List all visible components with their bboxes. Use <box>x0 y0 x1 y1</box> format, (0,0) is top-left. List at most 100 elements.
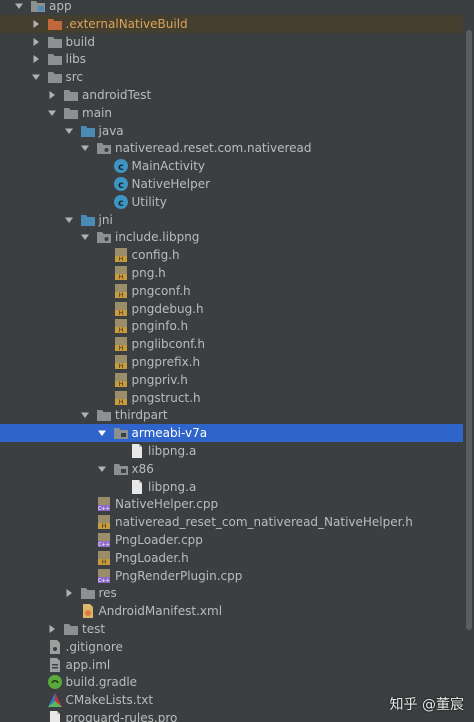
tree-row[interactable]: test <box>0 620 463 638</box>
header-file-icon: H <box>113 390 129 406</box>
expand-arrow-icon[interactable] <box>97 428 107 438</box>
svg-text:H: H <box>102 523 107 530</box>
collapse-arrow-icon[interactable] <box>47 624 57 634</box>
tree-row[interactable]: include.libpng <box>0 228 463 246</box>
tree-row[interactable]: Hpng.h <box>0 264 463 282</box>
module-folder-icon <box>30 0 46 14</box>
tree-row[interactable]: c Utility <box>0 193 463 211</box>
file-icon <box>47 710 63 722</box>
expand-arrow-icon[interactable] <box>14 1 24 11</box>
tree-row-label: thirdpart <box>115 408 168 423</box>
tree-row[interactable]: .gitignore <box>0 638 463 656</box>
collapse-arrow-icon[interactable] <box>31 54 41 64</box>
tree-row-label: pngpriv.h <box>131 372 188 387</box>
tree-row[interactable]: androidTest <box>0 86 463 104</box>
tree-row-label: test <box>82 622 106 636</box>
tree-row-label: PngRenderPlugin.cpp <box>115 568 243 583</box>
excluded-folder-icon <box>47 16 63 32</box>
tree-row[interactable]: thirdpart <box>0 406 463 424</box>
tree-row-label: libs <box>65 52 87 67</box>
tree-row[interactable]: src <box>0 68 463 86</box>
tree-row-label: pngdebug.h <box>131 301 204 316</box>
tree-row-label: NativeHelper <box>131 177 211 191</box>
tree-row-label: NativeHelper.cpp <box>115 497 219 512</box>
tree-row[interactable]: Hconfig.h <box>0 246 463 264</box>
tree-row[interactable]: libs <box>0 50 463 68</box>
header-file-icon: H <box>96 514 112 530</box>
tree-row[interactable]: C++ PngLoader.cpp <box>0 531 463 549</box>
tree-row-label: pnglibconf.h <box>131 337 205 352</box>
svg-text:H: H <box>102 559 107 566</box>
tree-row[interactable]: Hpngconf.h <box>0 282 463 300</box>
watermark: 知乎 @董宸 <box>389 697 464 713</box>
svg-text:C++: C++ <box>98 542 110 548</box>
tree-row[interactable]: main <box>0 104 463 122</box>
svg-text:C++: C++ <box>98 506 110 512</box>
folder-icon <box>96 407 112 423</box>
header-file-icon: H <box>113 372 129 388</box>
scrollbar-thumb[interactable] <box>466 30 472 630</box>
expand-arrow-icon[interactable] <box>64 126 74 136</box>
tree-row-label: .gitignore <box>65 639 123 654</box>
tree-row-label: x86 <box>131 461 154 476</box>
tree-row-label: config.h <box>131 248 180 263</box>
tree-row-label: PngLoader.cpp <box>115 533 203 547</box>
tree-row-label: PngLoader.h <box>115 550 189 565</box>
collapse-arrow-icon[interactable] <box>64 588 74 598</box>
folder-icon <box>47 34 63 50</box>
tree-row-label: proguard-rules.pro <box>65 711 178 722</box>
tree-row[interactable]: c MainActivity <box>0 157 463 175</box>
tree-row[interactable]: armeabi-v7a <box>0 424 463 443</box>
folder-icon <box>63 87 79 103</box>
expand-arrow-icon[interactable] <box>97 464 107 474</box>
cmake-file-icon <box>47 692 63 708</box>
tree-row[interactable]: app.iml <box>0 656 463 674</box>
tree-row[interactable]: c NativeHelper <box>0 175 463 193</box>
tree-row[interactable]: Hpngdebug.h <box>0 300 463 318</box>
tree-row[interactable]: Hpnginfo.h <box>0 317 463 335</box>
tree-row-label: app.iml <box>65 657 111 672</box>
tree-row[interactable]: x86 <box>0 460 463 478</box>
collapse-arrow-icon[interactable] <box>31 37 41 47</box>
expand-arrow-icon[interactable] <box>80 232 90 242</box>
expand-arrow-icon[interactable] <box>31 72 41 82</box>
file-icon <box>129 443 145 459</box>
vertical-scrollbar[interactable] <box>464 0 474 722</box>
tree-row[interactable]: Hpngpriv.h <box>0 371 463 389</box>
tree-row[interactable]: Hpngprefix.h <box>0 353 463 371</box>
tree-row[interactable]: app <box>0 0 463 15</box>
tree-row[interactable]: jni <box>0 211 463 229</box>
tree-row[interactable]: H PngLoader.h <box>0 549 463 567</box>
collapse-arrow-icon[interactable] <box>31 19 41 29</box>
tree-row[interactable]: libpng.a <box>0 478 463 496</box>
tree-row[interactable]: Hpngstruct.h <box>0 389 463 407</box>
tree-row[interactable]: build.gradle <box>0 673 463 691</box>
tree-row-label: Utility <box>131 194 167 209</box>
expand-arrow-icon[interactable] <box>80 143 90 153</box>
collapse-arrow-icon[interactable] <box>47 90 57 100</box>
tree-row[interactable]: nativeread.reset.com.nativeread <box>0 139 463 157</box>
tree-row[interactable]: Hpnglibconf.h <box>0 335 463 353</box>
tree-row[interactable]: C++ NativeHelper.cpp <box>0 495 463 513</box>
tree-row[interactable]: C++ PngRenderPlugin.cpp <box>0 567 463 585</box>
package-folder-icon <box>113 461 129 477</box>
expand-arrow-icon[interactable] <box>64 215 74 225</box>
tree-row[interactable]: AndroidManifest.xml <box>0 602 463 620</box>
folder-icon <box>80 585 96 601</box>
tree-row[interactable]: .externalNativeBuild <box>0 14 463 33</box>
svg-text:H: H <box>118 292 123 299</box>
tree-row-label: build.gradle <box>65 675 138 690</box>
expand-arrow-icon[interactable] <box>80 410 90 420</box>
tree-row-label: main <box>82 105 112 120</box>
tree-row[interactable]: java <box>0 122 463 140</box>
tree-row[interactable]: Hnativeread_reset_com_nativeread_NativeH… <box>0 513 463 531</box>
gitignore-file-icon <box>47 639 63 655</box>
tree-row[interactable]: build <box>0 33 463 51</box>
tree-row[interactable]: libpng.a <box>0 442 463 460</box>
tree-row-label: pngstruct.h <box>131 390 201 405</box>
header-file-icon: H <box>113 318 129 334</box>
tree-row[interactable]: res <box>0 584 463 602</box>
package-folder-icon <box>113 425 129 441</box>
cpp-file-icon: C++ <box>96 496 112 512</box>
expand-arrow-icon[interactable] <box>47 108 57 118</box>
